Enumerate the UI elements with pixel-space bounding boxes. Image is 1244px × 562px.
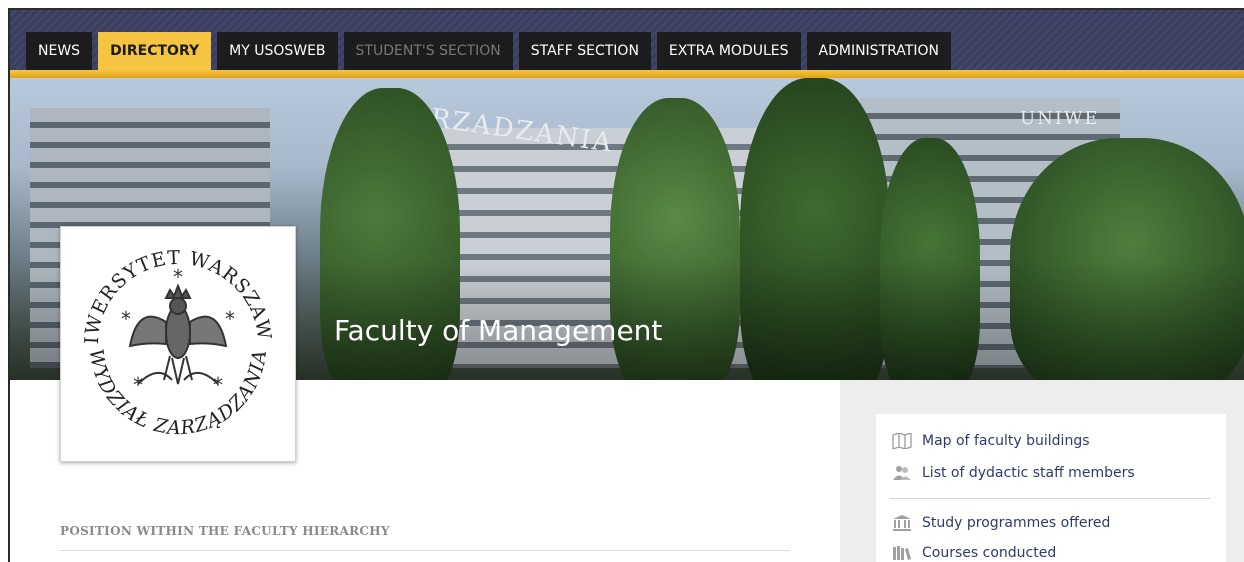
tab-directory[interactable]: DIRECTORY <box>98 32 212 70</box>
tab-extra-modules[interactable]: EXTRA MODULES <box>656 32 801 70</box>
svg-text:*: * <box>133 373 143 397</box>
study-programmes-offered-link[interactable]: Study programmes offered <box>890 512 1110 534</box>
faculty-links-box: Map of faculty buildings List of dydacti… <box>876 414 1226 562</box>
side-link-label: Map of faculty buildings <box>922 433 1090 449</box>
svg-text:*: * <box>213 373 223 397</box>
page-title: Faculty of Management <box>334 314 663 347</box>
tab-administration[interactable]: ADMINISTRATION <box>806 32 951 70</box>
section-divider <box>60 550 790 551</box>
building-sign-right: UNIWE <box>1020 108 1100 129</box>
nav-tabs: NEWS DIRECTORY MY USOSWEB STUDENT'S SECT… <box>26 32 957 70</box>
list-of-staff-members-link[interactable]: List of dydactic staff members <box>890 462 1135 484</box>
faculty-logo: UNIWERSYTET WARSZAWSKI WYDZIAŁ ZARZĄDZAN… <box>60 226 296 462</box>
people-icon <box>890 464 914 482</box>
building-icon <box>890 514 914 532</box>
side-panel: Map of faculty buildings List of dydacti… <box>840 380 1244 562</box>
side-link-label: Courses conducted <box>922 545 1057 561</box>
map-icon <box>890 432 914 450</box>
svg-text:WYDZIAŁ ZARZĄDZANIA: WYDZIAŁ ZARZĄDZANIA <box>85 347 272 439</box>
university-seal-icon: UNIWERSYTET WARSZAWSKI WYDZIAŁ ZARZĄDZAN… <box>68 234 274 439</box>
svg-text:*: * <box>225 307 235 331</box>
side-link-label: List of dydactic staff members <box>922 465 1135 481</box>
seal-text-bottom: WYDZIAŁ ZARZĄDZANIA <box>85 347 271 439</box>
side-link-label: Study programmes offered <box>922 515 1111 531</box>
books-icon <box>890 544 914 562</box>
side-divider <box>890 498 1210 499</box>
page-frame: NEWS DIRECTORY MY USOSWEB STUDENT'S SECT… <box>8 8 1244 562</box>
svg-text:*: * <box>173 265 183 289</box>
map-of-faculty-buildings-link[interactable]: Map of faculty buildings <box>890 430 1090 452</box>
tab-students-section: STUDENT'S SECTION <box>343 32 513 70</box>
tab-news[interactable]: NEWS <box>26 32 93 70</box>
hierarchy-section-heading: POSITION WITHIN THE FACULTY HIERARCHY <box>60 524 390 538</box>
tab-my-usosweb[interactable]: MY USOSWEB <box>217 32 338 70</box>
tab-staff-section[interactable]: STAFF SECTION <box>518 32 651 70</box>
svg-text:*: * <box>121 307 131 331</box>
courses-conducted-link[interactable]: Courses conducted <box>890 542 1056 562</box>
top-navigation: NEWS DIRECTORY MY USOSWEB STUDENT'S SECT… <box>10 10 1244 78</box>
nav-accent-line <box>10 70 1244 78</box>
